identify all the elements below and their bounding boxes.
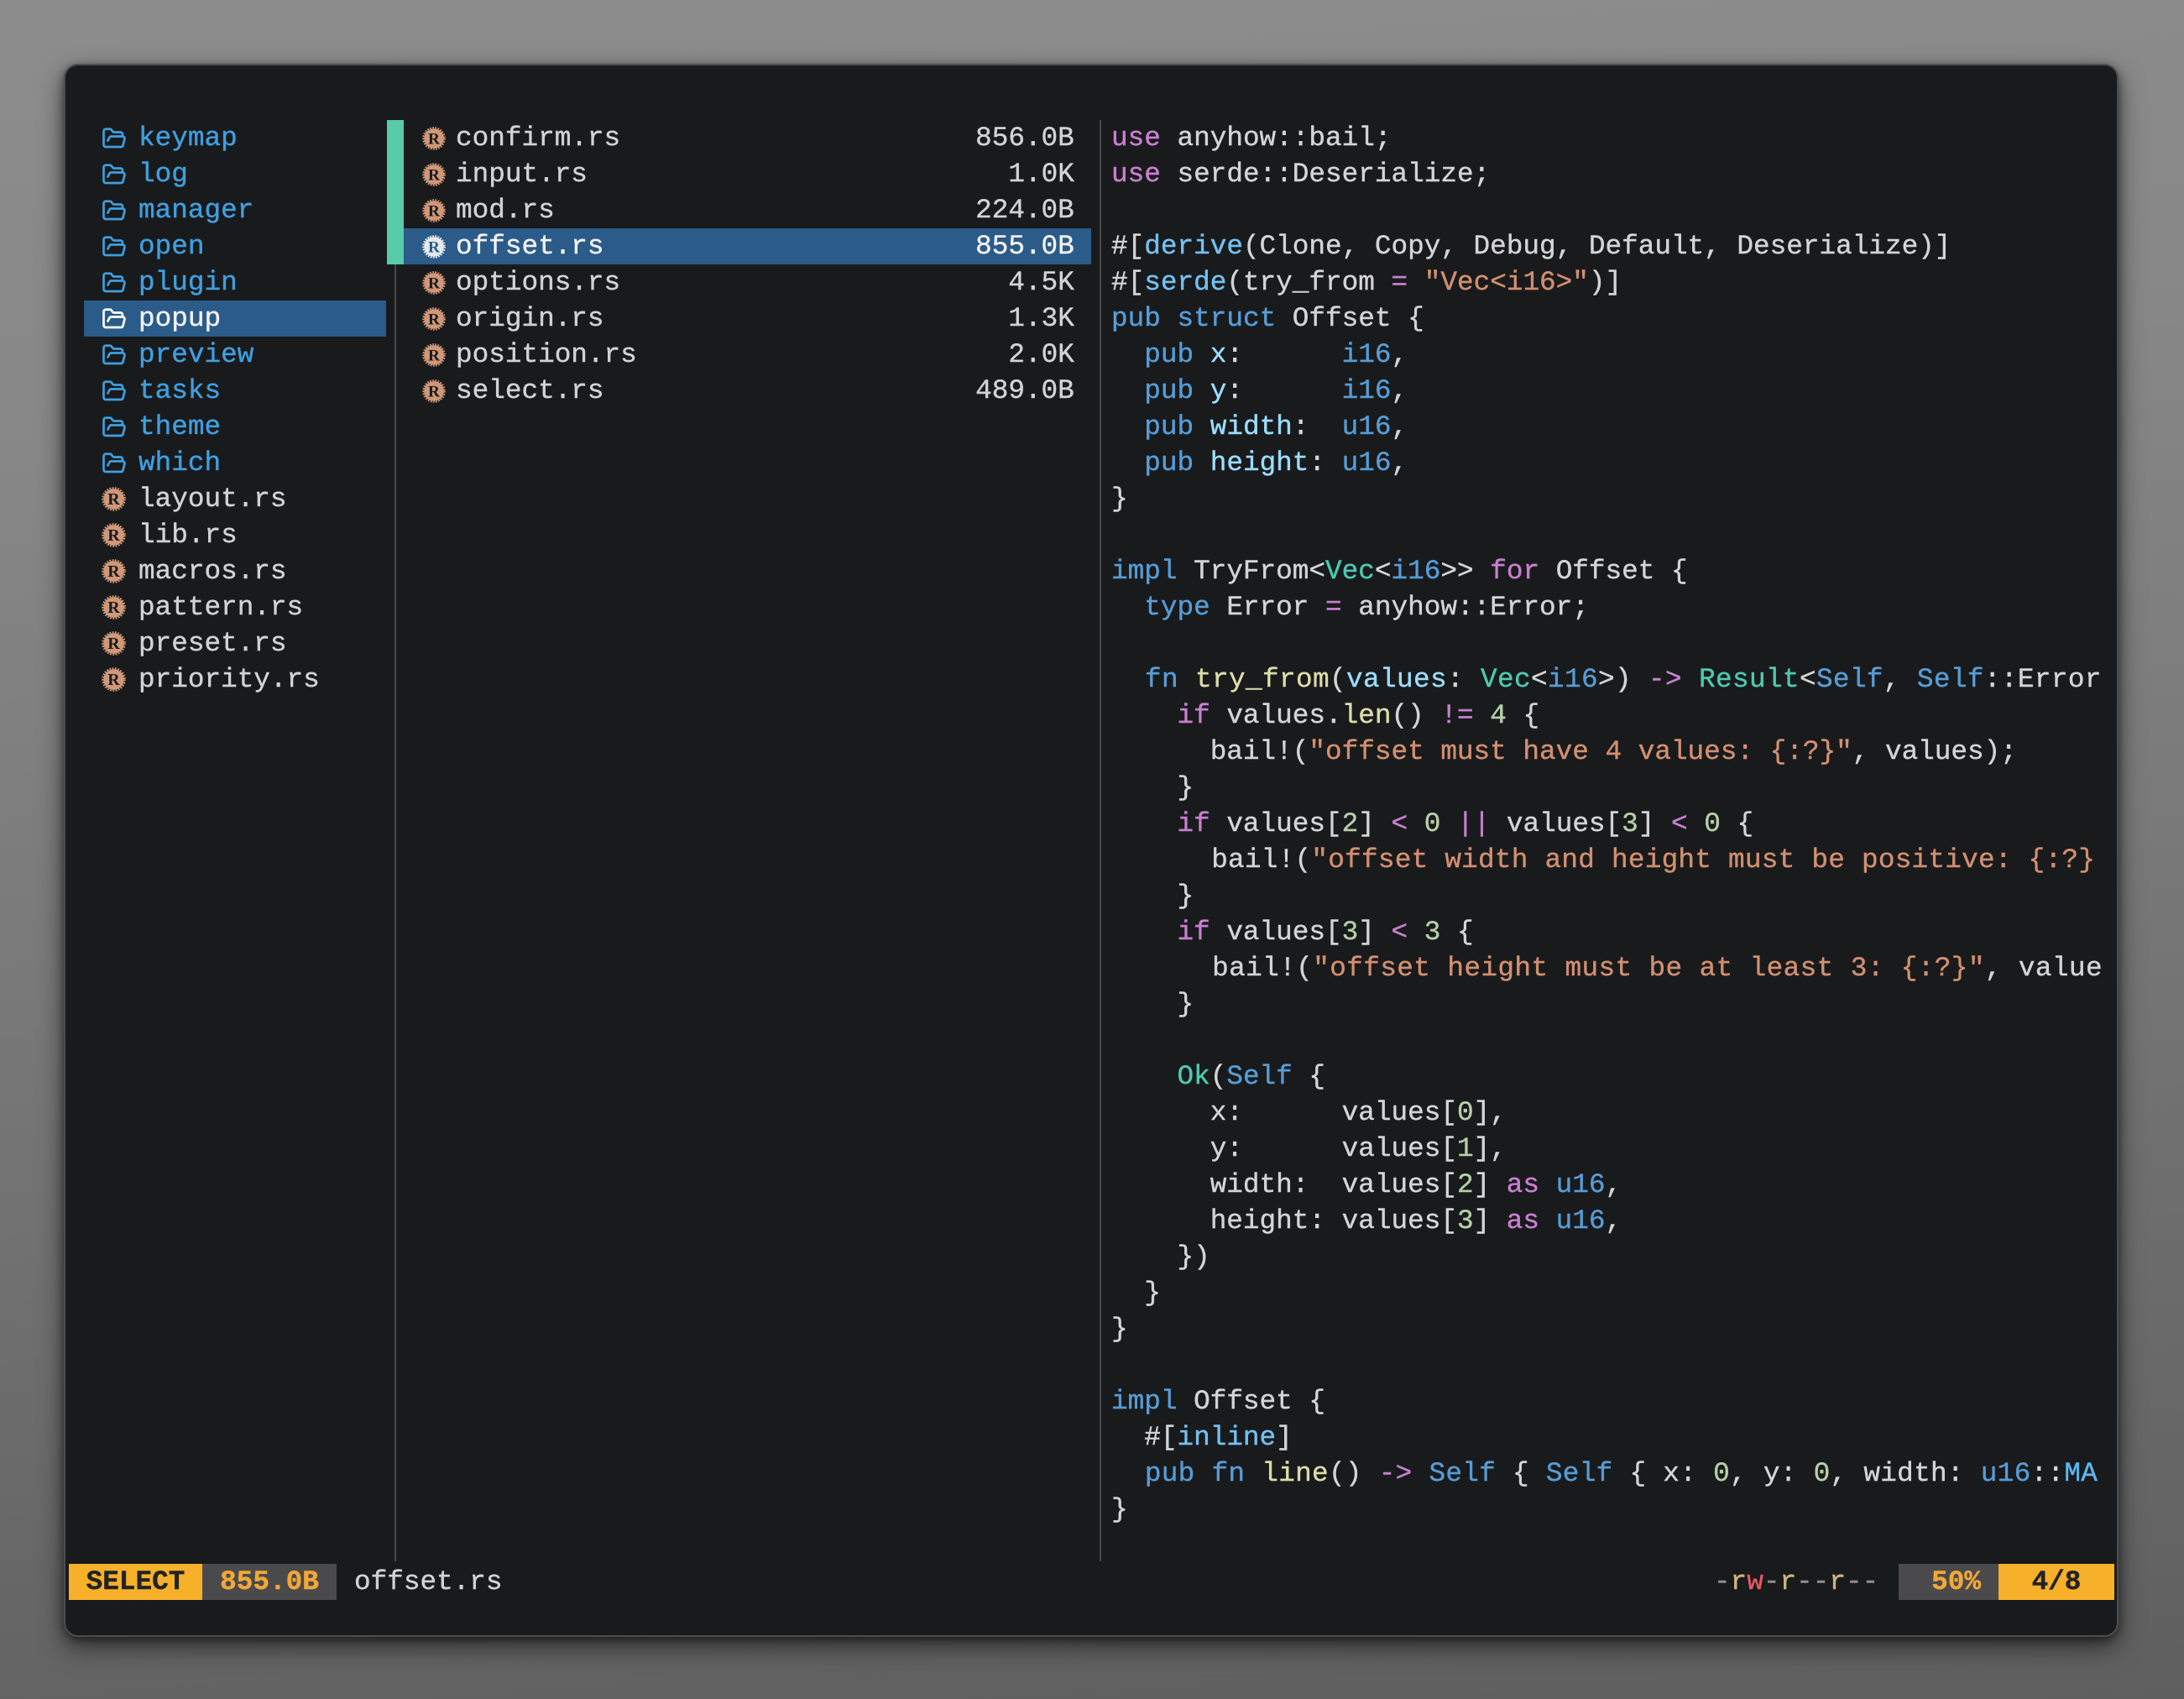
svg-text:R: R (428, 130, 441, 148)
svg-text:R: R (428, 274, 441, 292)
svg-text:R: R (428, 166, 441, 184)
svg-text:R: R (107, 562, 120, 581)
svg-text:R: R (107, 671, 120, 689)
svg-text:R: R (107, 599, 120, 617)
svg-text:R: R (428, 202, 441, 220)
svg-text:R: R (428, 383, 441, 400)
svg-text:R: R (107, 526, 120, 545)
svg-text:R: R (428, 347, 441, 364)
svg-text:R: R (107, 490, 120, 509)
svg-text:R: R (107, 635, 120, 653)
svg-text:R: R (428, 238, 441, 256)
svg-text:R: R (428, 311, 441, 328)
